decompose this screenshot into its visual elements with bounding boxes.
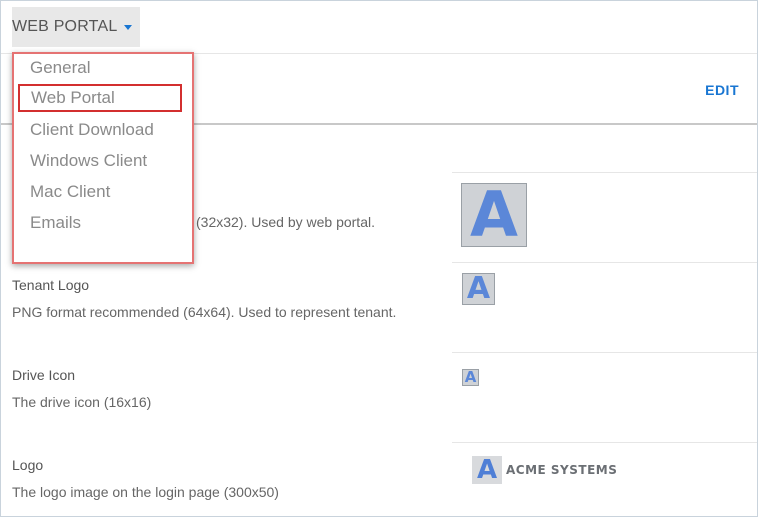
preview-letter: A	[466, 271, 491, 306]
portal-section-label: WEB PORTAL	[12, 18, 118, 35]
drive-icon-preview[interactable]: A	[462, 369, 479, 386]
setting-row-drive-icon: Drive Icon The drive icon (16x16)	[1, 353, 757, 443]
menu-item-client-download[interactable]: Client Download	[30, 120, 154, 140]
setting-title: Drive Icon	[12, 367, 76, 383]
top-bar: WEB PORTAL	[1, 1, 757, 54]
logo-letter-a: A	[472, 455, 502, 485]
favicon-preview[interactable]: A	[461, 183, 527, 247]
menu-item-mac-client[interactable]: Mac Client	[30, 182, 110, 202]
menu-item-general[interactable]: General	[30, 58, 90, 78]
setting-row-logo: Logo The logo image on the login page (3…	[1, 443, 757, 516]
edit-button[interactable]: EDIT	[705, 82, 739, 98]
portal-section-menu: General Web Portal Client Download Windo…	[12, 52, 194, 264]
setting-title: Tenant Logo	[12, 277, 90, 293]
preview-letter: A	[470, 178, 518, 251]
caret-down-icon	[124, 24, 133, 30]
setting-description: (32x32). Used by web portal.	[196, 214, 375, 230]
portal-section-dropdown[interactable]: WEB PORTAL	[12, 7, 141, 47]
setting-row-tenant-logo: Tenant Logo PNG format recommended (64x6…	[1, 263, 757, 353]
app-window: WEB PORTAL EDIT (32x32). Used by web por…	[0, 0, 758, 517]
tenant-logo-preview[interactable]: A	[462, 273, 495, 305]
setting-description: PNG format recommended (64x64). Used to …	[12, 304, 397, 320]
setting-description: The logo image on the login page (300x50…	[12, 484, 279, 500]
menu-item-emails[interactable]: Emails	[30, 213, 81, 233]
preview-letter: A	[464, 368, 477, 386]
login-logo-preview[interactable]: A ACME SYSTEMS	[472, 455, 618, 485]
setting-description: The drive icon (16x16)	[12, 394, 152, 410]
menu-item-windows-client[interactable]: Windows Client	[30, 151, 147, 171]
logo-wordmark: ACME SYSTEMS	[506, 463, 618, 477]
setting-title: Logo	[12, 457, 44, 473]
menu-item-web-portal[interactable]: Web Portal	[18, 84, 182, 112]
